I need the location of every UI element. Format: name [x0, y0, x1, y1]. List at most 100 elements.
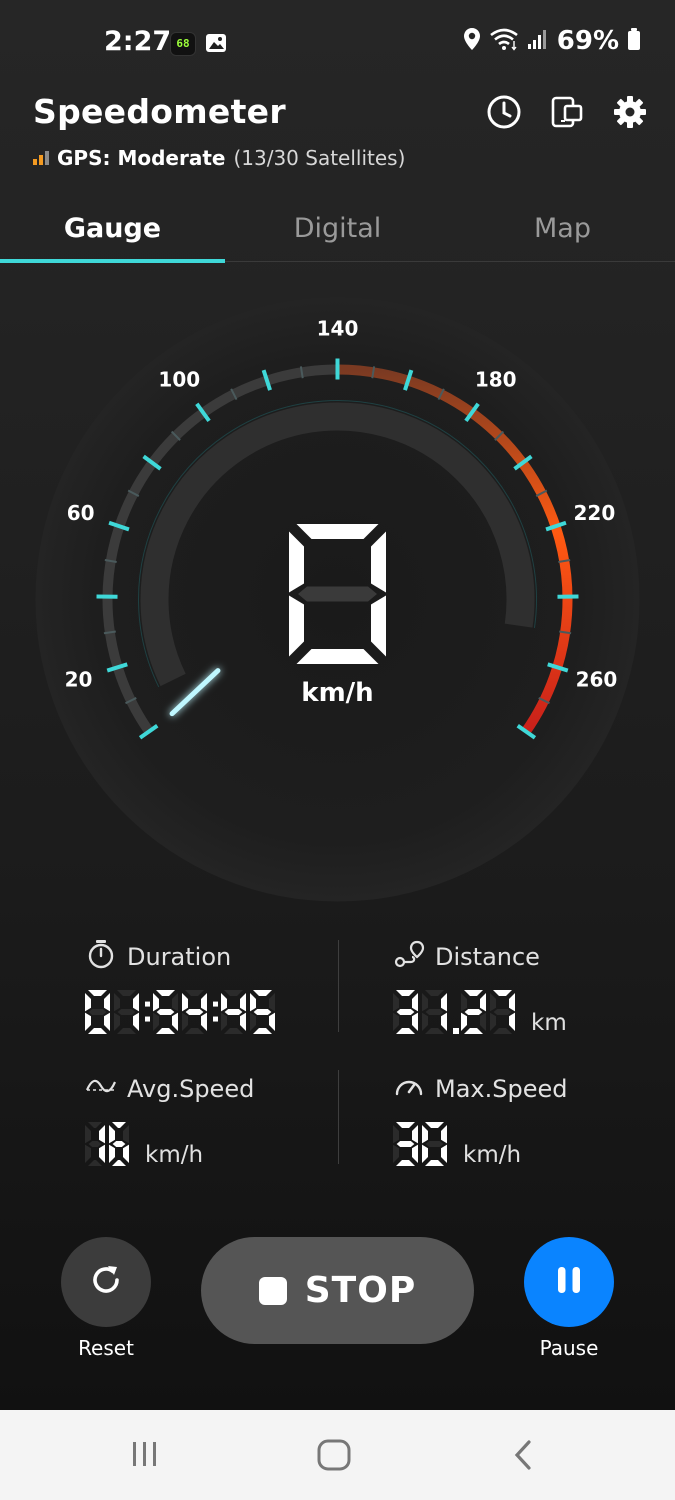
- distance-segment: [441, 993, 447, 1012]
- duration-segment: [117, 1028, 136, 1034]
- duration-segment: [85, 1012, 91, 1031]
- duration-segment: [221, 993, 227, 1012]
- distance-dot: [453, 1028, 459, 1034]
- duration-colon: [145, 1016, 150, 1022]
- distance-segment: [493, 1009, 512, 1015]
- distance-segment: [393, 1012, 399, 1031]
- gauge-tick-label: 220: [574, 501, 616, 525]
- duration-segment: [269, 1012, 275, 1031]
- duration-segment: [185, 1028, 204, 1034]
- distance-unit: km: [531, 1010, 567, 1036]
- max-speed-segment: [441, 1144, 447, 1163]
- max-speed-segment: [396, 1141, 415, 1147]
- reset-button[interactable]: [61, 1237, 151, 1327]
- duration-segment: [221, 1012, 227, 1031]
- pause-label: Pause: [539, 1336, 599, 1360]
- floating-window-icon[interactable]: [547, 92, 587, 132]
- battery-icon: [627, 27, 641, 55]
- duration-segment: [85, 993, 91, 1012]
- distance-segment: [461, 1012, 467, 1031]
- duration-segment: [104, 993, 110, 1012]
- duration-label: Duration: [127, 943, 232, 971]
- duration-segment: [201, 993, 207, 1012]
- distance-segment: [425, 1028, 444, 1034]
- duration-colon: [213, 1001, 218, 1007]
- avg-speed-segment: [123, 1125, 129, 1144]
- stats-divider: [338, 940, 339, 1032]
- speed-segment: [289, 531, 304, 593]
- gps-satellites: (13/30 Satellites): [233, 146, 406, 170]
- history-clock-icon[interactable]: [484, 92, 524, 132]
- stop-label: STOP: [304, 1270, 417, 1311]
- duration-segment: [182, 1012, 188, 1031]
- distance-segment: [480, 993, 486, 1012]
- duration-segment: [253, 1009, 272, 1015]
- max-speed-stat: Max.Speed km/h: [393, 1070, 567, 1170]
- max-speed-label: Max.Speed: [435, 1075, 568, 1103]
- max-speed-segment: [422, 1144, 428, 1163]
- duration-segment: [185, 1009, 204, 1015]
- avg-speed-segment: [85, 1144, 91, 1163]
- max-speed-display: [393, 1122, 447, 1166]
- distance-segment: [490, 1012, 496, 1031]
- max-speed-segment: [396, 1122, 415, 1128]
- pause-button[interactable]: [524, 1237, 614, 1327]
- back-icon[interactable]: [510, 1438, 536, 1476]
- home-icon[interactable]: [316, 1438, 352, 1476]
- gauge-tick-label: 60: [67, 501, 95, 525]
- avg-speed-display: [85, 1122, 129, 1166]
- max-speed-segment: [412, 1144, 418, 1163]
- max-speed-segment: [393, 1144, 399, 1163]
- system-nav-bar: [0, 1410, 675, 1500]
- distance-segment: [493, 990, 512, 996]
- duration-segment: [250, 1012, 256, 1031]
- pause-icon: [554, 1264, 584, 1300]
- tab-gauge[interactable]: Gauge: [0, 196, 225, 263]
- distance-segment: [464, 1028, 483, 1034]
- distance-segment: [509, 993, 515, 1012]
- max-speed-value: [393, 1122, 451, 1170]
- tab-map[interactable]: Map: [450, 196, 675, 261]
- speed-segment: [296, 524, 379, 539]
- avg-speed-value: [85, 1122, 133, 1170]
- avg-speed-segment: [123, 1144, 129, 1163]
- stats-divider: [338, 1070, 339, 1164]
- duration-segment: [114, 993, 120, 1012]
- speed-value: [289, 524, 386, 664]
- avg-speed-segment: [99, 1125, 105, 1144]
- tab-digital[interactable]: Digital: [225, 196, 450, 261]
- recent-apps-icon[interactable]: [130, 1438, 160, 1474]
- duration-stat: Duration: [85, 938, 279, 1038]
- reset-label: Reset: [78, 1336, 134, 1360]
- avg-speed-segment: [109, 1144, 115, 1163]
- distance-segment: [425, 1009, 444, 1015]
- distance-segment: [464, 1009, 483, 1015]
- gauge-tick-label: 140: [317, 317, 359, 341]
- duration-segment: [182, 993, 188, 1012]
- gauge-tick-label: 100: [158, 367, 200, 391]
- status-right: 69%: [463, 26, 641, 56]
- duration-segment: [133, 993, 139, 1012]
- max-speed-segment: [393, 1125, 399, 1144]
- distance-segment: [412, 1012, 418, 1031]
- duration-colon: [213, 1016, 218, 1022]
- duration-segment: [172, 993, 178, 1012]
- max-speed-segment: [396, 1160, 415, 1166]
- duration-value: [85, 990, 279, 1038]
- distance-segment: [425, 990, 444, 996]
- distance-segment: [393, 993, 399, 1012]
- distance-segment: [461, 993, 467, 1012]
- duration-segment: [114, 1012, 120, 1031]
- distance-display: [393, 990, 515, 1034]
- settings-gear-icon[interactable]: [610, 92, 650, 132]
- gps-signal-icon: [33, 151, 49, 165]
- duration-segment: [201, 1012, 207, 1031]
- route-icon: [393, 938, 425, 976]
- stop-button[interactable]: STOP: [201, 1237, 474, 1344]
- duration-segment: [224, 1009, 243, 1015]
- speed-segment: [296, 649, 379, 664]
- duration-segment: [104, 1012, 110, 1031]
- avg-speed-segment: [112, 1160, 126, 1166]
- max-speed-segment: [412, 1125, 418, 1144]
- distance-segment: [396, 1009, 415, 1015]
